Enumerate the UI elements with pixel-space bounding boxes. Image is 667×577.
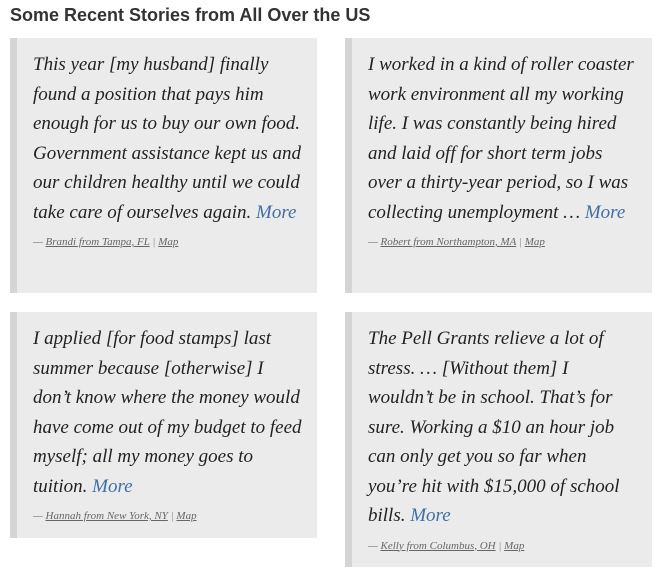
separator: | (498, 539, 502, 552)
map-link[interactable]: Map (504, 540, 524, 552)
story-quote: This year [my husband] finally found a p… (33, 50, 303, 227)
story-card: I applied [for food stamps] last summer … (10, 312, 317, 538)
story-attribution: — Brandi from Tampa, FL | Map (33, 236, 303, 248)
more-link[interactable]: More (585, 202, 625, 223)
attribution-dash: — (368, 236, 378, 248)
separator: | (170, 510, 174, 522)
more-link[interactable]: More (410, 505, 450, 526)
story-quote: The Pell Grants relieve a lot of stress.… (368, 324, 638, 531)
story-text: This year [my husband] finally found a p… (33, 54, 302, 223)
map-link[interactable]: Map (158, 236, 178, 248)
story-attribution: — Hannah from New York, NY | Map (33, 510, 303, 522)
attribution-dash: — (33, 510, 43, 522)
author-link[interactable]: Brandi from Tampa, FL (46, 236, 150, 248)
map-link[interactable]: Map (176, 510, 196, 522)
more-link[interactable]: More (92, 476, 132, 497)
story-quote: I applied [for food stamps] last summer … (33, 324, 303, 501)
story-text: The Pell Grants relieve a lot of stress.… (368, 328, 620, 526)
story-quote: I worked in a kind of roller coaster wor… (368, 50, 638, 227)
attribution-dash: — (33, 236, 43, 248)
story-text: I worked in a kind of roller coaster wor… (368, 54, 634, 223)
more-link[interactable]: More (256, 202, 296, 223)
story-card: This year [my husband] finally found a p… (10, 38, 317, 293)
story-attribution: — Kelly from Columbus, OH | Map (368, 540, 638, 552)
story-card: The Pell Grants relieve a lot of stress.… (345, 312, 652, 567)
map-link[interactable]: Map (525, 236, 545, 248)
attribution-dash: — (368, 539, 378, 552)
author-link[interactable]: Hannah from New York, NY (46, 510, 168, 522)
story-text: I applied [for food stamps] last summer … (33, 328, 302, 497)
story-card: I worked in a kind of roller coaster wor… (345, 38, 652, 293)
story-attribution: — Robert from Northampton, MA | Map (368, 236, 638, 248)
separator: | (518, 236, 522, 248)
section-heading: Some Recent Stories from All Over the US (10, 5, 371, 25)
author-link[interactable]: Kelly from Columbus, OH (381, 540, 496, 552)
author-link[interactable]: Robert from Northampton, MA (381, 236, 517, 248)
separator: | (152, 236, 156, 248)
